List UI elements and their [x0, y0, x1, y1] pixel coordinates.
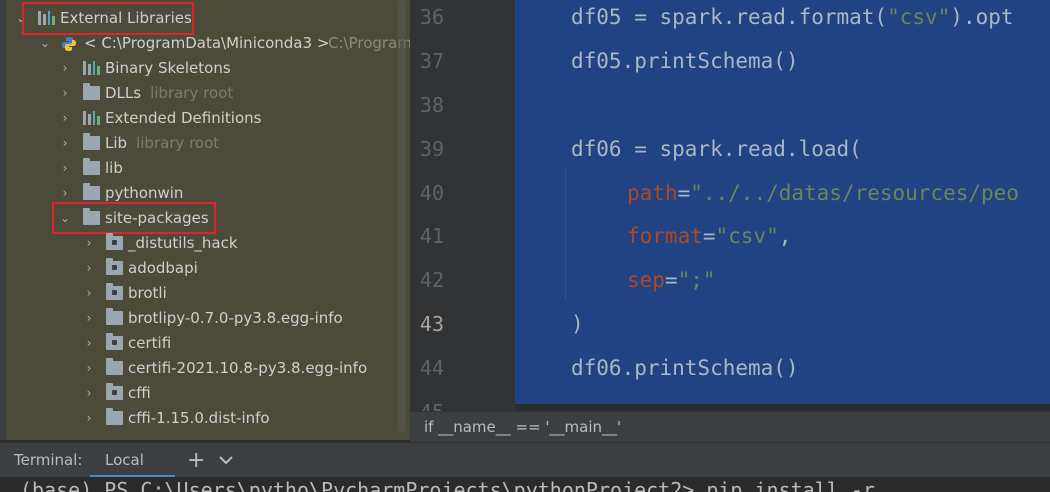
terminal-prompt-line: (base) PS C:\Users\pytho\PycharmProjects…	[20, 478, 875, 492]
tree-item-label: DLLs	[105, 84, 142, 102]
folder-icon	[83, 183, 100, 200]
tree-item-lib-lower[interactable]: › lib	[0, 156, 400, 181]
tree-item-dlls[interactable]: › DLLs library root	[0, 81, 400, 106]
line-number-current: 43	[419, 312, 444, 336]
highlight-box-site-packages	[52, 202, 216, 234]
chevron-down-icon[interactable]: ⌄	[38, 31, 52, 56]
tree-item-package[interactable]: › _distutils_hack	[0, 231, 400, 256]
tree-item-label: cffi	[128, 384, 151, 402]
tree-item-label: certifi-2021.10.8-py3.8.egg-info	[128, 359, 368, 377]
folder-icon	[83, 158, 100, 175]
line-number: 44	[419, 356, 444, 380]
tree-item-lib[interactable]: › Lib library root	[0, 131, 400, 156]
tree-item-label: adodbapi	[128, 259, 198, 277]
library-icon	[83, 61, 100, 75]
line-number: 40	[419, 181, 444, 205]
chevron-right-icon[interactable]: ›	[58, 156, 72, 181]
tree-item-label: Extended Definitions	[105, 109, 262, 127]
chevron-right-icon[interactable]: ›	[82, 356, 96, 381]
add-terminal-icon[interactable]: +	[187, 443, 205, 478]
line-number: 42	[419, 268, 444, 292]
interpreter-label: < C:\ProgramData\Miniconda3 >	[84, 34, 330, 52]
tree-item-package[interactable]: › cffi	[0, 381, 400, 406]
indent-guide	[565, 170, 566, 300]
folder-icon	[106, 408, 123, 425]
tree-item-extended-definitions[interactable]: › Extended Definitions	[0, 106, 400, 131]
chevron-right-icon[interactable]: ›	[82, 281, 96, 306]
package-icon	[106, 258, 123, 275]
line-number: 39	[419, 137, 444, 161]
terminal-label: Terminal:	[14, 451, 83, 469]
line-number: 38	[419, 93, 444, 117]
code-line-44[interactable]: df06.printSchema()	[571, 346, 799, 390]
chevron-right-icon[interactable]: ›	[82, 306, 96, 331]
tree-item-label: _distutils_hack	[128, 234, 238, 252]
tree-item-label: Lib	[105, 134, 128, 152]
tree-item-package[interactable]: › brotlipy-0.7.0-py3.8.egg-info	[0, 306, 400, 331]
breadcrumb-item[interactable]: if __name__ == '__main__'	[424, 418, 621, 436]
tree-item-label: Binary Skeletons	[105, 59, 231, 77]
tree-item-package[interactable]: › certifi-2021.10.8-py3.8.egg-info	[0, 356, 400, 381]
package-icon	[106, 333, 123, 350]
library-icon	[83, 111, 100, 125]
code-line-42[interactable]: sep=";"	[627, 258, 716, 302]
code-line-40[interactable]: path="../../datas/resources/peo	[627, 171, 1050, 215]
line-number: 41	[419, 224, 444, 248]
chevron-right-icon[interactable]: ›	[82, 231, 96, 256]
tree-item-binary-skeletons[interactable]: › Binary Skeletons	[0, 56, 400, 81]
project-tree: ⌄ External Libraries ⌄ < C:\ProgramData\…	[0, 0, 410, 440]
chevron-down-icon[interactable]	[217, 443, 237, 478]
terminal-tab-local[interactable]: Local	[90, 443, 175, 478]
tree-scrollbar[interactable]	[398, 0, 406, 432]
chevron-right-icon[interactable]: ›	[58, 56, 72, 81]
folder-icon	[83, 133, 100, 150]
chevron-right-icon[interactable]: ›	[82, 256, 96, 281]
python-icon	[61, 35, 77, 51]
line-number: 45	[410, 390, 444, 411]
code-line-41[interactable]: format="csv",	[627, 214, 791, 258]
code-line-43[interactable]: )	[571, 302, 584, 346]
line-number: 36	[419, 5, 444, 29]
editor-breadcrumb[interactable]: if __name__ == '__main__'	[410, 411, 1050, 443]
package-icon	[106, 383, 123, 400]
tree-item-label: brotlipy-0.7.0-py3.8.egg-info	[128, 309, 343, 327]
tree-item-package[interactable]: › certifi	[0, 331, 400, 356]
package-icon	[106, 233, 123, 250]
tree-item-interpreter[interactable]: ⌄ < C:\ProgramData\Miniconda3 > C:\Progr…	[0, 31, 410, 56]
code-line-36[interactable]: df05 = spark.read.format("csv").opt	[571, 0, 1050, 39]
tree-item-package[interactable]: › cffi-1.15.0.dist-info	[0, 406, 400, 431]
code-line-37[interactable]: df05.printSchema()	[571, 39, 799, 83]
folder-icon	[83, 83, 100, 100]
tree-item-package[interactable]: › brotli	[0, 281, 400, 306]
library-root-hint: library root	[150, 84, 234, 102]
line-number: 37	[419, 49, 444, 73]
chevron-right-icon[interactable]: ›	[58, 81, 72, 106]
terminal-tab-label: Local	[105, 451, 144, 469]
tree-item-label: certifi	[128, 334, 172, 352]
library-root-hint: library root	[136, 134, 220, 152]
tree-item-package[interactable]: › adodbapi	[0, 256, 400, 281]
chevron-right-icon[interactable]: ›	[82, 381, 96, 406]
tree-item-label: cffi-1.15.0.dist-info	[128, 409, 270, 427]
chevron-right-icon[interactable]: ›	[58, 131, 72, 156]
tree-item-label: lib	[105, 159, 123, 177]
chevron-right-icon[interactable]: ›	[82, 331, 96, 356]
folder-icon	[106, 308, 123, 325]
terminal-toolbar: Terminal: Local +	[0, 442, 1050, 478]
terminal-output[interactable]: (base) PS C:\Users\pytho\PycharmProjects…	[0, 477, 1050, 492]
chevron-right-icon[interactable]: ›	[82, 406, 96, 431]
folder-icon	[106, 358, 123, 375]
code-line-39[interactable]: df06 = spark.read.load(	[571, 127, 862, 171]
chevron-right-icon[interactable]: ›	[58, 106, 72, 131]
tree-item-label: brotli	[128, 284, 167, 302]
package-icon	[106, 283, 123, 300]
